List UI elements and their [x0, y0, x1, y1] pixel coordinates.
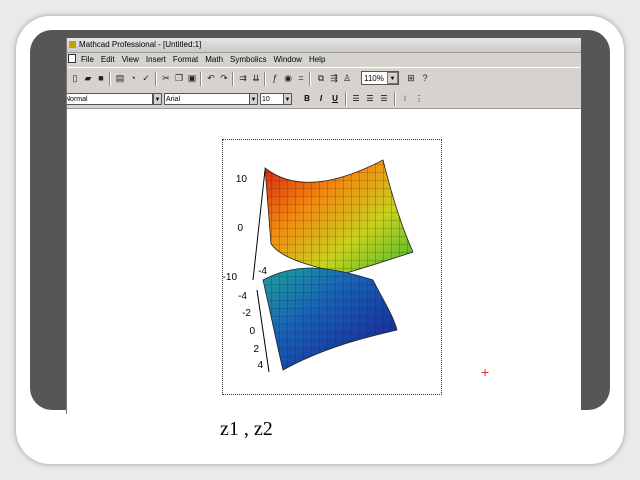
print-icon[interactable]: ▤	[114, 72, 126, 85]
chevron-down-icon[interactable]: ▼	[283, 93, 292, 105]
lower-surface-mesh	[263, 268, 397, 370]
align-down-icon[interactable]: ⇊	[250, 72, 262, 85]
worksheet-area[interactable]: 10 0 -10 -4 -4 -2 0 2 4 +	[67, 109, 581, 414]
toolbar-separator	[155, 72, 157, 86]
standard-toolbar: ▯ ▰ ■ ▤ ◔ ✓ ✂ ❐ ▣ ↶ ↷ ⇉ ⇊ ƒ ◉ = ⧉ ⇶ ♙ 11…	[67, 67, 581, 91]
insert-unit-icon[interactable]: ◉	[282, 72, 294, 85]
underline-button[interactable]: U	[329, 93, 341, 105]
toolbar-separator	[232, 72, 234, 86]
x-tick-label: -4	[258, 266, 267, 277]
bold-button[interactable]: B	[301, 93, 313, 105]
plot-expression-label: z1 , z2	[220, 418, 273, 440]
font-size-value: 10	[262, 96, 270, 103]
menu-format[interactable]: Format	[173, 55, 198, 64]
style-value: Normal	[66, 96, 88, 103]
z-axis-line	[252, 169, 266, 281]
spell-check-icon[interactable]: ✓	[140, 72, 152, 85]
x-tick-label: -4	[238, 291, 247, 302]
toolbar-separator	[345, 92, 347, 106]
align-across-icon[interactable]: ⇉	[237, 72, 249, 85]
menu-view[interactable]: View	[122, 55, 139, 64]
open-folder-icon[interactable]: ▰	[82, 72, 94, 85]
z-tick-label: 0	[237, 223, 243, 234]
menu-symbolics[interactable]: Symbolics	[230, 55, 266, 64]
menu-bar: File Edit View Insert Format Math Symbolics Win…	[67, 53, 581, 67]
italic-button[interactable]: I	[315, 93, 327, 105]
bullets-icon[interactable]: ⁝	[399, 93, 411, 105]
chevron-down-icon[interactable]: ▼	[153, 93, 162, 105]
font-value: Arial	[166, 96, 181, 103]
paste-icon[interactable]: ▣	[186, 72, 198, 85]
copy-icon[interactable]: ❐	[173, 72, 185, 85]
title-bar: Mathcad Professional - [Untitled:1]	[67, 38, 581, 53]
insert-function-icon[interactable]: ƒ	[269, 72, 281, 85]
menu-insert[interactable]: Insert	[146, 55, 166, 64]
web-icon[interactable]: ⊞	[405, 72, 417, 85]
resource-center-icon[interactable]: ♙	[341, 72, 353, 85]
x-tick-label: 2	[253, 344, 259, 355]
menu-file[interactable]: File	[81, 55, 94, 64]
undo-icon[interactable]: ↶	[205, 72, 217, 85]
chevron-down-icon[interactable]: ▼	[249, 93, 258, 105]
surface-plot-region[interactable]: 10 0 -10 -4 -4 -2 0 2 4	[222, 139, 442, 395]
toolbar-separator	[109, 72, 111, 86]
z-tick-label: 10	[236, 174, 248, 185]
toolbar-separator	[200, 72, 202, 86]
align-center-icon[interactable]: ☰	[364, 93, 376, 105]
cursor-crosshair: +	[481, 364, 490, 380]
insert-hyperlink-icon[interactable]: ⇶	[328, 72, 340, 85]
menu-edit[interactable]: Edit	[101, 55, 115, 64]
document-icon[interactable]	[68, 54, 76, 63]
menu-help[interactable]: Help	[309, 55, 325, 64]
window-title: Mathcad Professional - [Untitled:1]	[79, 40, 202, 49]
align-left-icon[interactable]: ☰	[350, 93, 362, 105]
font-select[interactable]: Arial	[164, 93, 252, 105]
style-select[interactable]: Normal	[66, 93, 153, 105]
component-icon[interactable]: ⧉	[315, 72, 327, 85]
help-icon[interactable]: ?	[419, 72, 431, 85]
print-preview-icon[interactable]: ◔	[127, 72, 139, 85]
toolbar-separator	[309, 72, 311, 86]
mathcad-app-icon	[69, 41, 76, 48]
x-tick-label: -2	[242, 308, 251, 319]
redo-icon[interactable]: ↷	[218, 72, 230, 85]
menu-window[interactable]: Window	[274, 55, 302, 64]
menu-math[interactable]: Math	[205, 55, 223, 64]
formatting-toolbar: Normal ▼ Arial ▼ 10 ▼ B I U ☰ ☰ ☰ ⁝ ⋮	[67, 90, 581, 109]
align-right-icon[interactable]: ☰	[378, 93, 390, 105]
save-disk-icon[interactable]: ■	[95, 72, 107, 85]
chevron-down-icon[interactable]: ▼	[387, 72, 398, 84]
surface-plot: 10 0 -10 -4 -4 -2 0 2 4	[223, 159, 414, 373]
new-document-icon[interactable]: ▯	[69, 72, 81, 85]
mathcad-window: Mathcad Professional - [Untitled:1] File…	[66, 38, 581, 414]
toolbar-separator	[394, 92, 396, 106]
zoom-value: 110%	[364, 74, 384, 83]
cut-icon[interactable]: ✂	[160, 72, 172, 85]
x-tick-label: 0	[249, 326, 255, 337]
toolbar-separator	[264, 72, 266, 86]
z-tick-label: -10	[223, 272, 237, 283]
numbering-icon[interactable]: ⋮	[413, 93, 425, 105]
calculate-icon[interactable]: =	[295, 72, 307, 85]
x-tick-label: 4	[257, 360, 263, 371]
